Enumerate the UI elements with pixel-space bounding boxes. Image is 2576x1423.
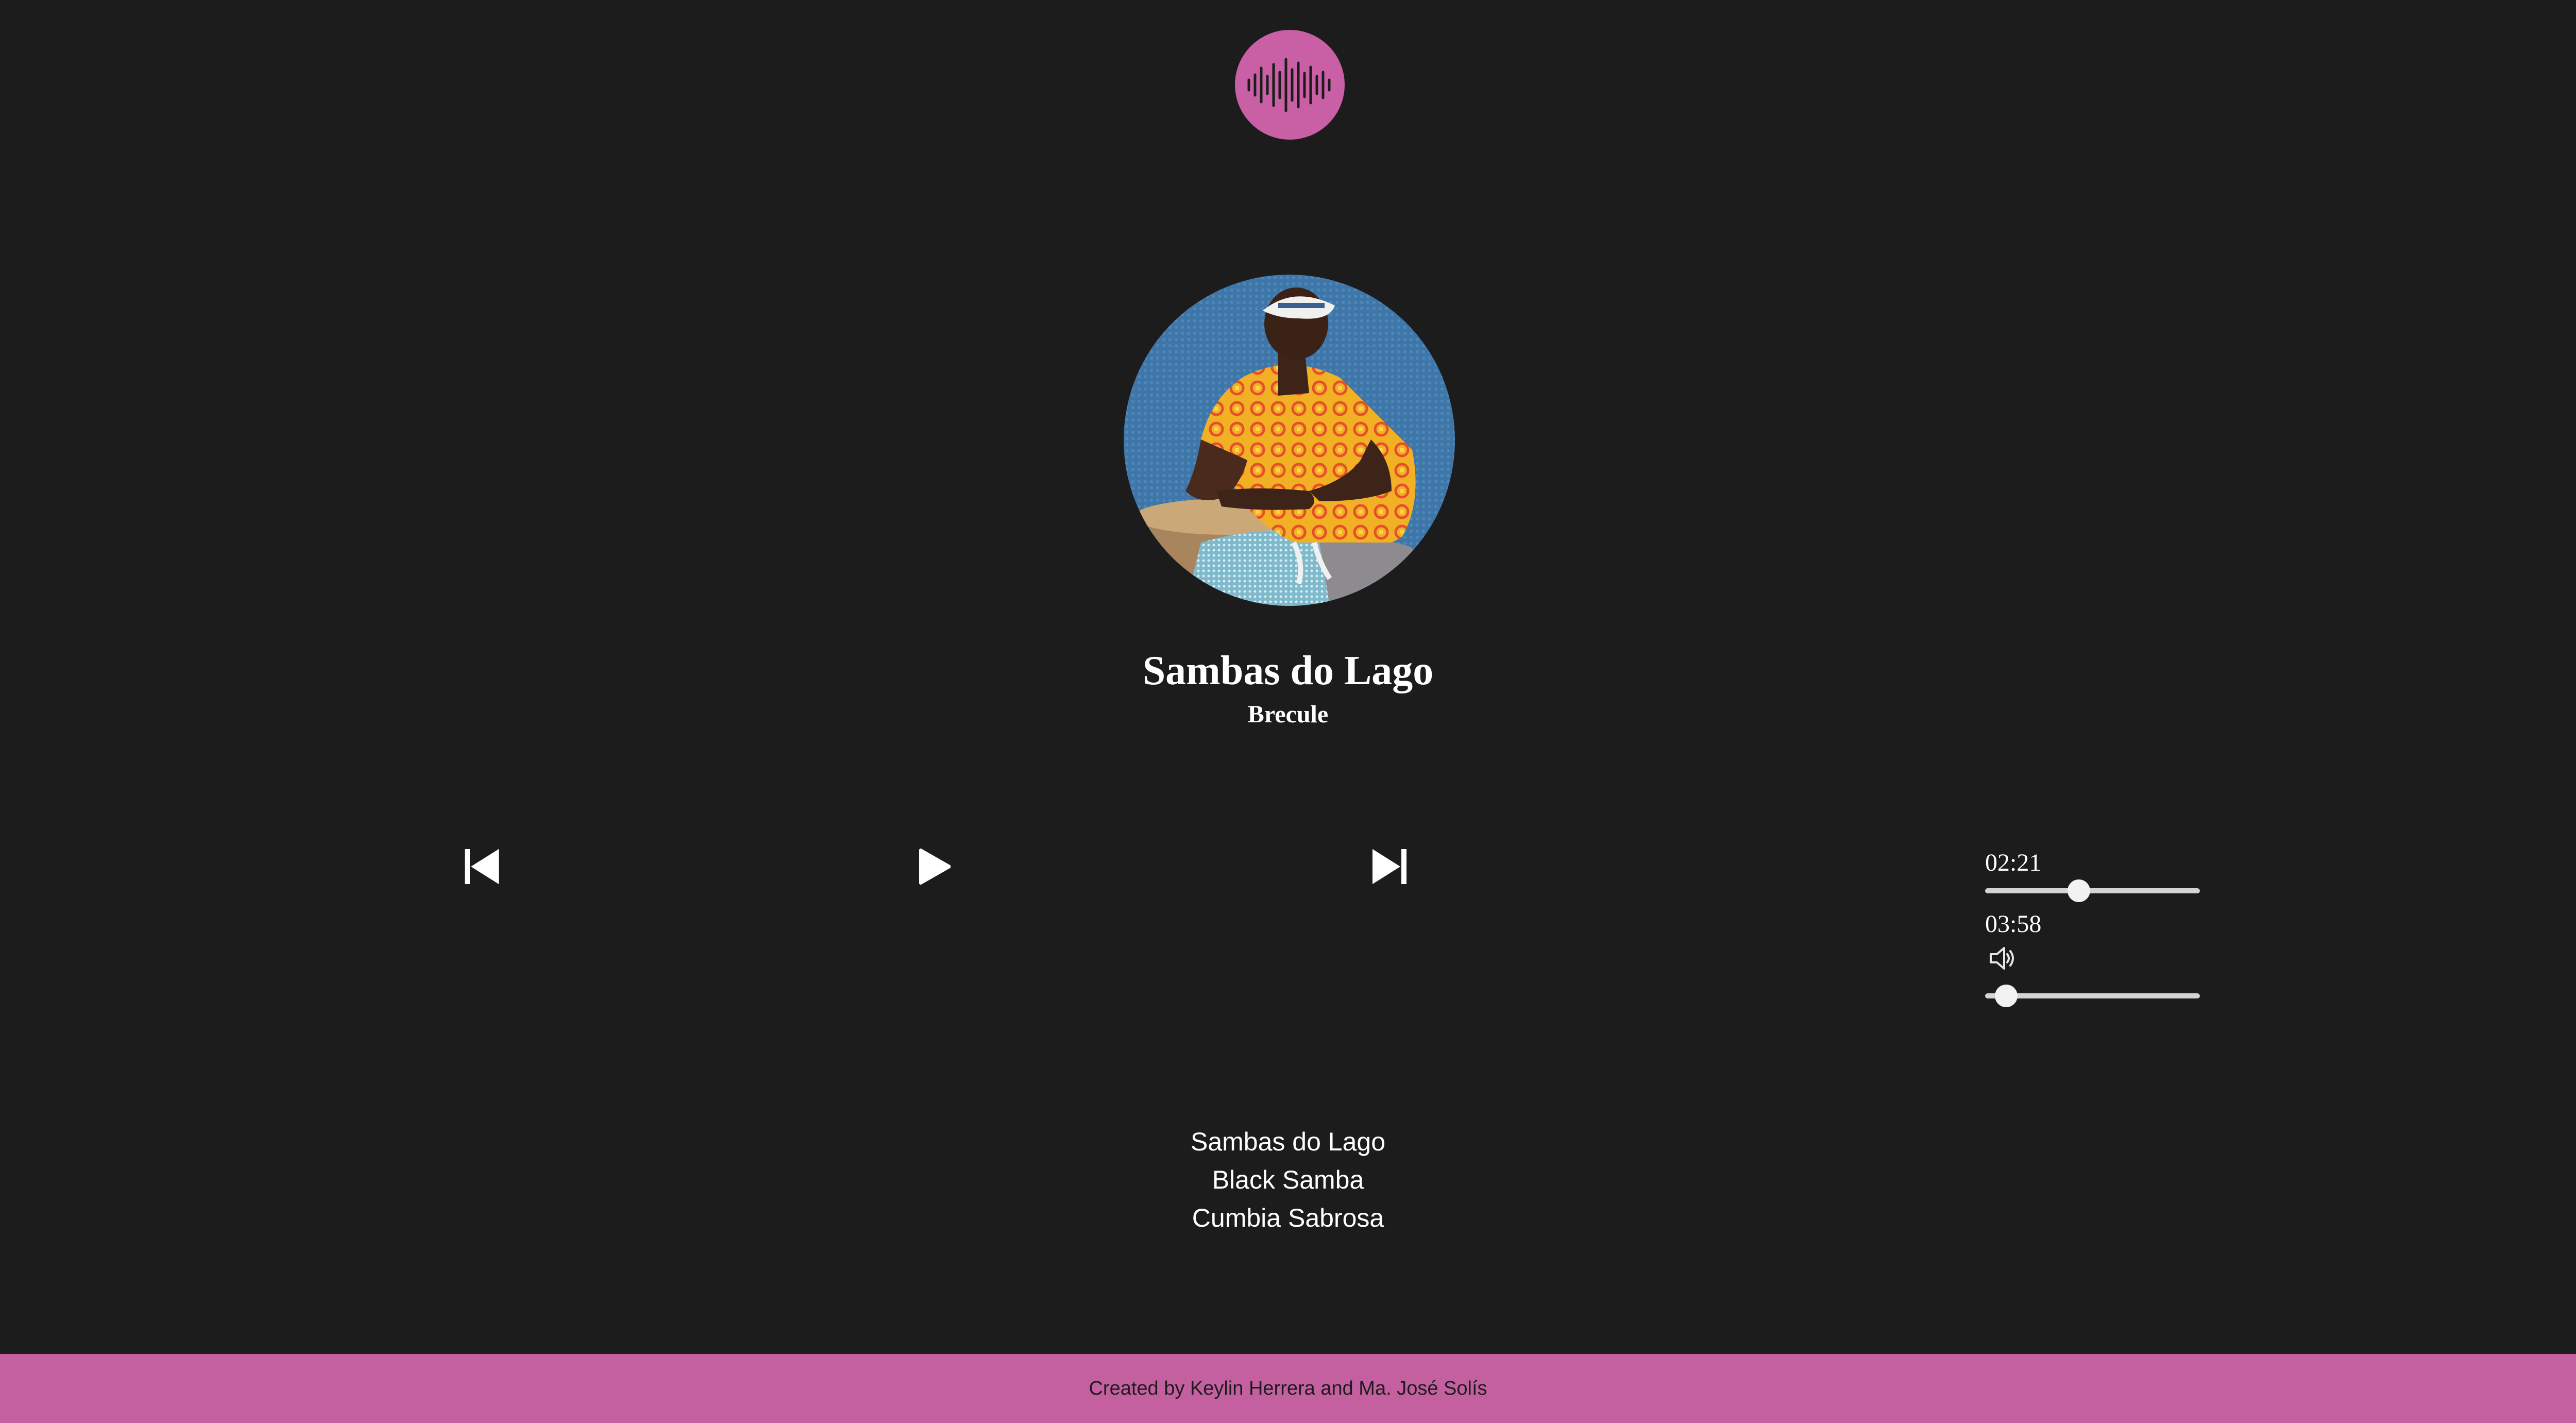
skip-next-icon: [1372, 849, 1406, 884]
duration-time: 03:58: [1985, 910, 2042, 938]
play-button[interactable]: [919, 848, 951, 885]
next-button[interactable]: [1371, 848, 1408, 885]
progress-slider[interactable]: [1985, 878, 2200, 904]
playlist-item[interactable]: Sambas do Lago: [0, 1123, 2576, 1161]
song-artist: Brecule: [1247, 701, 1329, 728]
play-icon: [919, 849, 951, 885]
speaker-icon: [1990, 947, 2014, 970]
playlist-item[interactable]: Cumbia Sabrosa: [0, 1199, 2576, 1237]
soundwave-icon: [1247, 58, 1330, 112]
progress-thumb[interactable]: [2067, 879, 2091, 902]
footer-credits: Created by Keylin Herrera and Ma. José S…: [1089, 1377, 1487, 1399]
volume-button[interactable]: [1988, 944, 2019, 973]
footer: Created by Keylin Herrera and Ma. José S…: [0, 1354, 2576, 1423]
volume-slider[interactable]: [1985, 983, 2200, 1009]
progress-track: [1985, 888, 2200, 893]
skip-previous-icon: [465, 849, 499, 884]
playlist: Sambas do Lago Black Samba Cumbia Sabros…: [0, 1123, 2576, 1237]
current-time: 02:21: [1985, 849, 2042, 876]
app-logo: [1235, 30, 1345, 140]
volume-thumb[interactable]: [1994, 985, 2018, 1007]
playlist-item[interactable]: Black Samba: [0, 1161, 2576, 1199]
album-art: [1124, 275, 1455, 606]
song-title: Sambas do Lago: [1142, 648, 1434, 693]
previous-button[interactable]: [464, 848, 500, 885]
